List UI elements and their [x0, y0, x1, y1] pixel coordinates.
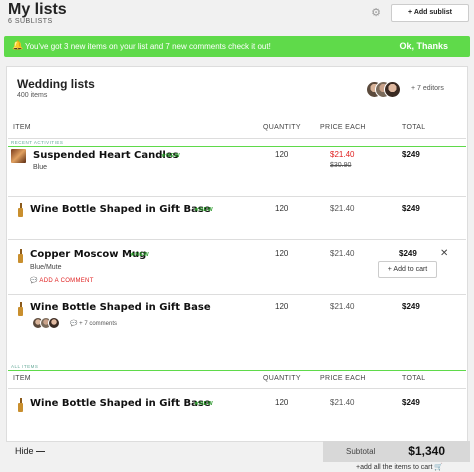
col-total: TOTAL — [402, 375, 426, 382]
col-price-each: PRICE EACH — [320, 375, 366, 382]
editors-link[interactable]: + 7 editors — [411, 85, 444, 92]
subtotal-bar: Subtotal $1,340 — [323, 441, 470, 462]
product-name[interactable]: Wine Bottle Shaped in Gift Base — [30, 204, 211, 215]
editor-avatars[interactable] — [366, 81, 402, 99]
product-name[interactable]: Wine Bottle Shaped in Gift Base — [30, 398, 211, 409]
gear-icon[interactable]: ⚙ — [370, 7, 382, 19]
banner-message: You've got 3 new items on your list and … — [25, 42, 271, 51]
price-value: $21.40 — [330, 302, 355, 311]
col-quantity: QUANTITY — [263, 124, 301, 131]
comment-icon: 💬 — [30, 278, 38, 284]
quantity-value: 120 — [275, 302, 289, 311]
divider — [8, 370, 466, 371]
hide-toggle[interactable]: Hide — — [15, 446, 45, 456]
avatar — [384, 81, 401, 98]
comment-icon: 💬 — [70, 321, 78, 327]
comment-avatars — [32, 317, 66, 330]
avatar — [48, 317, 60, 329]
add-all-to-cart-link[interactable]: +add all the items to cart 🛒 — [356, 463, 443, 471]
product-name[interactable]: Copper Moscow Mug — [30, 249, 146, 260]
wine-bottle-thumbnail — [18, 398, 23, 412]
ok-thanks-button[interactable]: Ok, Thanks — [399, 41, 448, 51]
total-value: $249 — [402, 398, 420, 407]
section-recent-label: RECENT ACTIVITIES — [11, 140, 64, 145]
list-item-count: 400 items — [17, 92, 48, 99]
section-all-label: ALL ITEMS — [11, 364, 39, 369]
quantity-value: 120 — [275, 398, 289, 407]
sublist-count: 6 SUBLISTS — [8, 18, 53, 25]
divider — [8, 239, 466, 240]
quantity-value: 120 — [275, 204, 289, 213]
new-badge: ★NEW — [194, 207, 213, 213]
cart-icon: 🛒 — [434, 464, 444, 471]
divider — [8, 138, 466, 139]
price-value: $21.40 — [330, 150, 355, 159]
total-value: $249 — [402, 204, 420, 213]
price-value: $21.40 — [330, 398, 355, 407]
notification-banner: 🔔 You've got 3 new items on your list an… — [4, 36, 470, 57]
product-variant: Blue/Mute — [30, 264, 62, 271]
quantity-value: 120 — [275, 249, 289, 258]
price-value: $21.40 — [330, 249, 355, 258]
old-price-value: $30.90 — [330, 162, 352, 169]
total-value: $249 — [402, 302, 420, 311]
comments-link[interactable]: 💬 + 7 comments — [70, 320, 117, 327]
list-title: Wedding lists — [17, 77, 95, 91]
subtotal-label: Subtotal — [346, 447, 376, 456]
add-comment-link[interactable]: 💬 ADD A COMMENT — [30, 277, 94, 284]
total-value: $249 — [402, 150, 420, 159]
divider — [8, 196, 466, 197]
wine-bottle-thumbnail — [18, 203, 23, 217]
add-to-cart-button[interactable]: + Add to cart — [378, 261, 437, 278]
minus-icon: — — [36, 446, 46, 456]
close-icon[interactable]: ✕ — [440, 248, 448, 259]
new-badge: ★NEW — [130, 252, 149, 258]
product-name[interactable]: Suspended Heart Candles — [33, 150, 179, 161]
new-badge: ★NEW — [194, 401, 213, 407]
bell-icon: 🔔 — [12, 40, 24, 50]
divider — [8, 388, 466, 389]
col-quantity: QUANTITY — [263, 375, 301, 382]
wine-bottle-thumbnail — [18, 302, 23, 316]
candle-thumbnail — [11, 149, 26, 163]
col-item: ITEM — [13, 124, 31, 131]
page-title: My lists — [8, 1, 67, 18]
col-item: ITEM — [13, 375, 31, 382]
col-price-each: PRICE EACH — [320, 124, 366, 131]
col-total: TOTAL — [402, 124, 426, 131]
total-value: $249 — [399, 249, 417, 258]
mug-thumbnail — [18, 249, 23, 263]
divider — [8, 294, 466, 295]
quantity-value: 120 — [275, 150, 289, 159]
add-sublist-button[interactable]: + Add sublist — [391, 4, 469, 22]
table-row[interactable] — [11, 149, 26, 163]
new-badge: ★NEW — [161, 153, 180, 159]
product-name[interactable]: Wine Bottle Shaped in Gift Base — [30, 302, 211, 313]
divider — [8, 146, 466, 147]
product-variant: Blue — [33, 164, 48, 171]
price-value: $21.40 — [330, 204, 355, 213]
subtotal-value: $1,340 — [408, 444, 445, 458]
